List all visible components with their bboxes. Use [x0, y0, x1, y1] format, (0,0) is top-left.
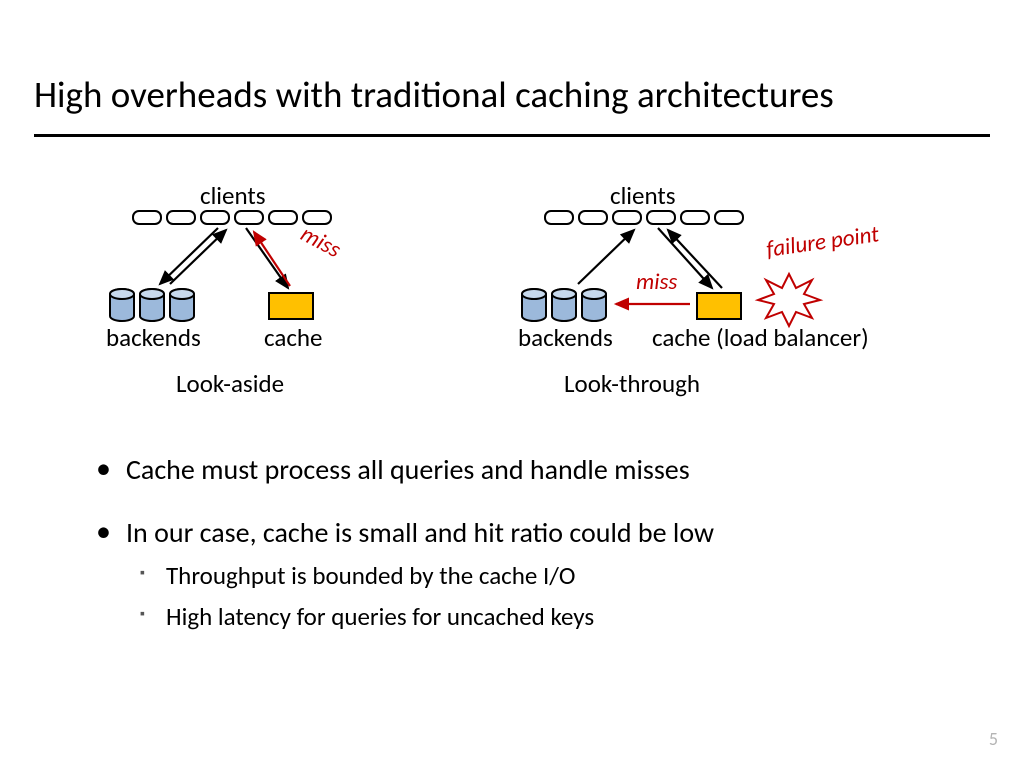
title-underline — [34, 134, 990, 137]
right-cache-label: cache (load balancer) — [652, 322, 869, 353]
left-caption: Look-aside — [176, 368, 284, 399]
bullet-text: In our case, cache is small and hit rati… — [126, 515, 714, 550]
client-box — [200, 210, 230, 225]
client-box — [612, 210, 642, 225]
right-miss-label: miss — [636, 268, 677, 296]
right-client-row — [544, 210, 744, 225]
client-box — [714, 210, 744, 225]
backend-cylinder-icon — [550, 288, 578, 322]
client-box — [578, 210, 608, 225]
backend-cylinder-icon — [168, 288, 196, 322]
client-box — [234, 210, 264, 225]
backend-cylinder-icon — [138, 288, 166, 322]
right-backend-row — [520, 288, 608, 322]
right-backends-label: backends — [518, 322, 613, 353]
client-box — [166, 210, 196, 225]
left-clients-label: clients — [200, 180, 266, 211]
sub-bullet-item: Throughput is bounded by the cache I/O — [90, 560, 960, 591]
backend-cylinder-icon — [580, 288, 608, 322]
page-number: 5 — [989, 728, 998, 750]
client-box — [544, 210, 574, 225]
right-clients-label: clients — [610, 180, 676, 211]
bullet-item: In our case, cache is small and hit rati… — [90, 515, 960, 632]
diagram-area: clients backends cache Look-aside miss — [0, 170, 1024, 430]
bullet-list: Cache must process all queries and handl… — [90, 452, 960, 660]
client-box — [646, 210, 676, 225]
left-backend-row — [108, 288, 196, 322]
right-caption: Look-through — [564, 368, 700, 399]
starburst-icon — [754, 270, 824, 330]
left-cache-label: cache — [264, 322, 322, 353]
failure-point-label: failure point — [765, 220, 881, 263]
backend-cylinder-icon — [520, 288, 548, 322]
slide-title: High overheads with traditional caching … — [34, 72, 834, 117]
left-cache-box — [268, 292, 314, 320]
bullet-item: Cache must process all queries and handl… — [90, 452, 960, 487]
right-cache-box — [696, 292, 742, 320]
left-backends-label: backends — [106, 322, 201, 353]
sub-bullet-item: High latency for queries for uncached ke… — [90, 601, 960, 632]
left-client-row — [132, 210, 332, 225]
left-miss-label: miss — [296, 220, 346, 264]
client-box — [680, 210, 710, 225]
client-box — [268, 210, 298, 225]
backend-cylinder-icon — [108, 288, 136, 322]
client-box — [132, 210, 162, 225]
